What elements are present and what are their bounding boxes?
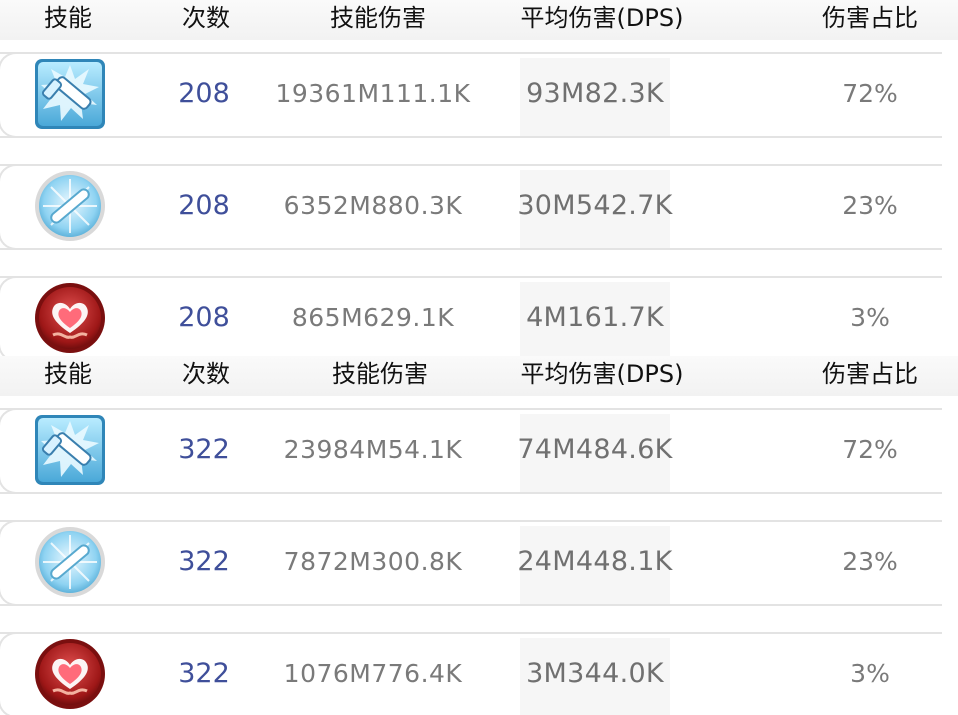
table-row[interactable]: 322 7872M300.8K 24M448.1K 23%	[0, 516, 942, 608]
table-header: 技能 次数 技能伤害 平均伤害(DPS) 伤害占比	[0, 356, 958, 396]
stats-table-1: 技能 次数 技能伤害 平均伤害(DPS) 伤害占比 208 19361M111.…	[0, 0, 958, 364]
count-value: 322	[178, 546, 230, 577]
count-value: 208	[178, 190, 230, 221]
count-value: 208	[178, 302, 230, 333]
damage-value: 6352M880.3K	[283, 191, 463, 220]
ratio-value: 23%	[842, 547, 898, 576]
header-count: 次数	[182, 4, 230, 32]
header-damage: 技能伤害	[330, 4, 426, 32]
ratio-value: 72%	[842, 435, 898, 464]
heart-icon	[33, 281, 107, 355]
sword-burst-icon	[33, 413, 107, 487]
heart-icon	[33, 637, 107, 711]
ratio-value: 3%	[850, 303, 890, 332]
ice-sword-icon	[33, 169, 107, 243]
header-ratio: 伤害占比	[822, 4, 918, 32]
damage-value: 1076M776.4K	[283, 659, 463, 688]
damage-value: 23984M54.1K	[283, 435, 463, 464]
stats-table-2: 技能 次数 技能伤害 平均伤害(DPS) 伤害占比 322 23984M54.1…	[0, 356, 958, 715]
header-skill: 技能	[44, 4, 92, 32]
dps-value: 93M82.3K	[526, 78, 664, 109]
table-row[interactable]: 322 23984M54.1K 74M484.6K 72%	[0, 404, 942, 496]
count-value: 208	[178, 78, 230, 109]
dps-value: 4M161.7K	[526, 302, 664, 333]
dps-value: 24M448.1K	[517, 546, 673, 577]
count-value: 322	[178, 434, 230, 465]
table-row[interactable]: 322 1076M776.4K 3M344.0K 3%	[0, 628, 942, 715]
ice-sword-icon	[33, 525, 107, 599]
table-header: 技能 次数 技能伤害 平均伤害(DPS) 伤害占比	[0, 0, 958, 40]
damage-stats-screen: 技能 次数 技能伤害 平均伤害(DPS) 伤害占比 208 19361M111.…	[0, 0, 958, 715]
table-row[interactable]: 208 6352M880.3K 30M542.7K 23%	[0, 160, 942, 252]
header-skill: 技能	[44, 360, 92, 388]
ratio-value: 3%	[850, 659, 890, 688]
table-row[interactable]: 208 865M629.1K 4M161.7K 3%	[0, 272, 942, 364]
damage-value: 19361M111.1K	[275, 79, 471, 108]
dps-value: 74M484.6K	[517, 434, 673, 465]
header-dps: 平均伤害(DPS)	[520, 4, 684, 32]
dps-value: 30M542.7K	[517, 190, 673, 221]
damage-value: 7872M300.8K	[283, 547, 463, 576]
count-value: 322	[178, 658, 230, 689]
ratio-value: 72%	[842, 79, 898, 108]
sword-burst-icon	[33, 57, 107, 131]
table-row[interactable]: 208 19361M111.1K 93M82.3K 72%	[0, 48, 942, 140]
dps-value: 3M344.0K	[526, 658, 664, 689]
ratio-value: 23%	[842, 191, 898, 220]
damage-value: 865M629.1K	[291, 303, 455, 332]
